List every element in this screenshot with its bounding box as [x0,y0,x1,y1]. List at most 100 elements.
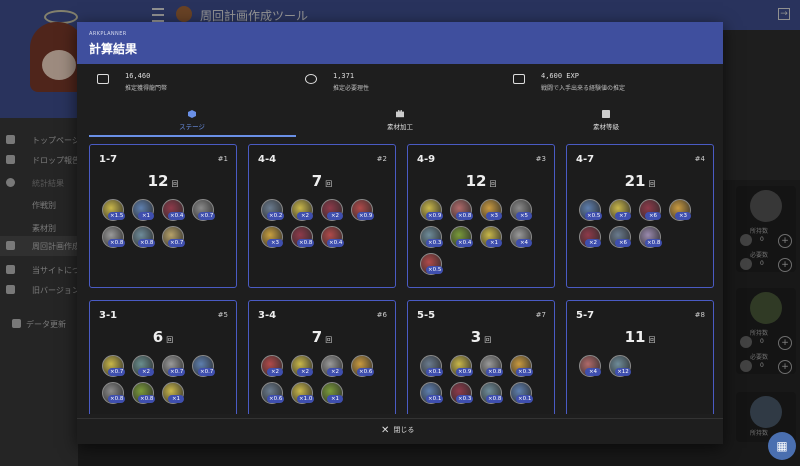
run-count-value: 7 [311,172,323,190]
drop-rate-badge: ×2 [297,368,313,376]
drop-item[interactable]: ×7 [609,199,631,221]
run-count-unit: 回 [489,180,497,188]
drop-rate-badge: ×0.9 [357,212,375,220]
tab-indicator [89,135,296,137]
drop-item[interactable]: ×0.1 [420,355,444,377]
drop-item[interactable]: ×1 [132,199,154,221]
drop-item[interactable]: ×2 [291,355,313,377]
drop-item[interactable]: ×0.6 [351,355,375,377]
drop-item[interactable]: ×1 [321,382,343,404]
run-count: 7回 [249,171,395,190]
close-icon: ✕ [381,425,390,436]
drop-item[interactable]: ×3 [669,199,691,221]
stage-card: 4-4 #2 7 回 ×0.2 ×2 ×2 ×0.9 ×3 ×0.8 ×0.4 [248,144,396,288]
brand-label: ARKPLANNER [89,31,127,37]
drop-rate-badge: ×3 [486,212,502,220]
drop-item[interactable]: ×0.8 [132,226,156,248]
drop-item[interactable]: ×2 [291,199,313,221]
run-count-unit: 回 [325,336,333,344]
drop-item[interactable]: ×0.2 [261,199,285,221]
drop-rate-badge: ×0.7 [108,368,126,376]
drop-rate-badge: ×0.8 [138,239,156,247]
tab-label: 素材加工 [387,123,413,131]
drop-item[interactable]: ×12 [609,355,631,377]
drop-rate-badge: ×2 [327,368,343,376]
drop-item[interactable]: ×0.8 [291,226,315,248]
drop-item[interactable]: ×5 [510,199,532,221]
drop-rate-badge: ×0.8 [486,395,504,403]
drop-item[interactable]: ×0.9 [420,199,444,221]
drop-item[interactable]: ×4 [579,355,601,377]
run-count-value: 3 [470,328,482,346]
drop-item[interactable]: ×0.8 [480,382,504,404]
drop-item[interactable]: ×0.1 [510,382,534,404]
drop-item[interactable]: ×0.7 [162,355,186,377]
run-count-value: 11 [624,328,646,346]
drop-item[interactable]: ×0.7 [192,199,216,221]
tab-label: 素材等級 [593,123,619,131]
drop-rate-badge: ×4 [585,368,601,376]
drop-rate-badge: ×12 [615,368,631,376]
drop-item[interactable]: ×2 [261,355,283,377]
drop-item[interactable]: ×0.3 [510,355,534,377]
tab-stage[interactable]: ステージ [89,108,295,136]
drop-item[interactable]: ×0.8 [132,382,156,404]
exp-icon [513,74,525,84]
drop-rate-badge: ×0.8 [486,368,504,376]
drop-item[interactable]: ×3 [480,199,502,221]
drop-item[interactable]: ×0.9 [450,355,474,377]
drop-item[interactable]: ×2 [321,355,343,377]
drop-item[interactable]: ×2 [579,226,601,248]
drop-item[interactable]: ×0.4 [450,226,474,248]
tab-crafting[interactable]: 素材加工 [297,108,503,136]
drop-item[interactable]: ×0.3 [420,226,444,248]
drop-item[interactable]: ×0.8 [480,355,504,377]
stat-label: 戦闘で入手出来る経験値の推定 [541,85,626,92]
drop-item[interactable]: ×0.8 [102,226,126,248]
drop-item[interactable]: ×3 [261,226,283,248]
drop-item[interactable]: ×0.5 [579,199,603,221]
drop-item[interactable]: ×0.7 [102,355,126,377]
drop-item[interactable]: ×0.6 [261,382,285,404]
drop-item[interactable]: ×0.8 [450,199,474,221]
drop-item[interactable]: ×6 [609,226,631,248]
drop-item[interactable]: ×0.8 [102,382,126,404]
drop-rate-badge: ×0.2 [267,212,285,220]
drop-item[interactable]: ×0.8 [639,226,663,248]
drop-item[interactable]: ×1.5 [102,199,126,221]
run-count: 6回 [90,327,236,346]
close-button[interactable]: ✕ 閉じる [381,425,414,439]
drop-rate-badge: ×2 [138,368,154,376]
stage-card: 3-1 #5 6 回 ×0.7 ×2 ×0.7 ×0.7 ×0.8 ×0.8 ×1 [89,300,237,414]
drop-item[interactable]: ×0.3 [450,382,474,404]
drop-item[interactable]: ×2 [132,355,154,377]
drop-item[interactable]: ×6 [639,199,661,221]
drop-item[interactable]: ×0.4 [321,226,345,248]
stage-rank: #6 [376,311,387,319]
calculator-fab[interactable]: ▦ [768,432,796,460]
drop-item[interactable]: ×1 [480,226,502,248]
drop-rate-badge: ×6 [615,239,631,247]
drop-rate-badge: ×1 [138,212,154,220]
drop-rate-badge: ×6 [645,212,661,220]
drop-item[interactable]: ×0.9 [351,199,375,221]
drop-item[interactable]: ×0.7 [192,355,216,377]
drop-item[interactable]: ×1 [162,382,184,404]
drop-rate-badge: ×0.5 [585,212,603,220]
drop-item[interactable]: ×0.5 [420,253,444,275]
drop-rate-badge: ×0.7 [168,368,186,376]
stage-rank: #4 [694,155,705,163]
drop-item[interactable]: ×2 [321,199,343,221]
drop-item[interactable]: ×0.7 [162,226,186,248]
tab-grade[interactable]: 素材等級 [503,108,709,136]
drop-item[interactable]: ×0.4 [162,199,186,221]
drop-item[interactable]: ×0.1 [420,382,444,404]
drop-rate-badge: ×0.9 [426,212,444,220]
stage-code: 4-9 [417,154,436,165]
drop-rate-badge: ×0.6 [267,395,285,403]
drop-rate-badge: ×2 [327,212,343,220]
drop-item[interactable]: ×4 [510,226,532,248]
dialog-footer: ✕ 閉じる [77,418,723,445]
run-count-unit: 回 [648,336,656,344]
drop-item[interactable]: ×1.0 [291,382,315,404]
